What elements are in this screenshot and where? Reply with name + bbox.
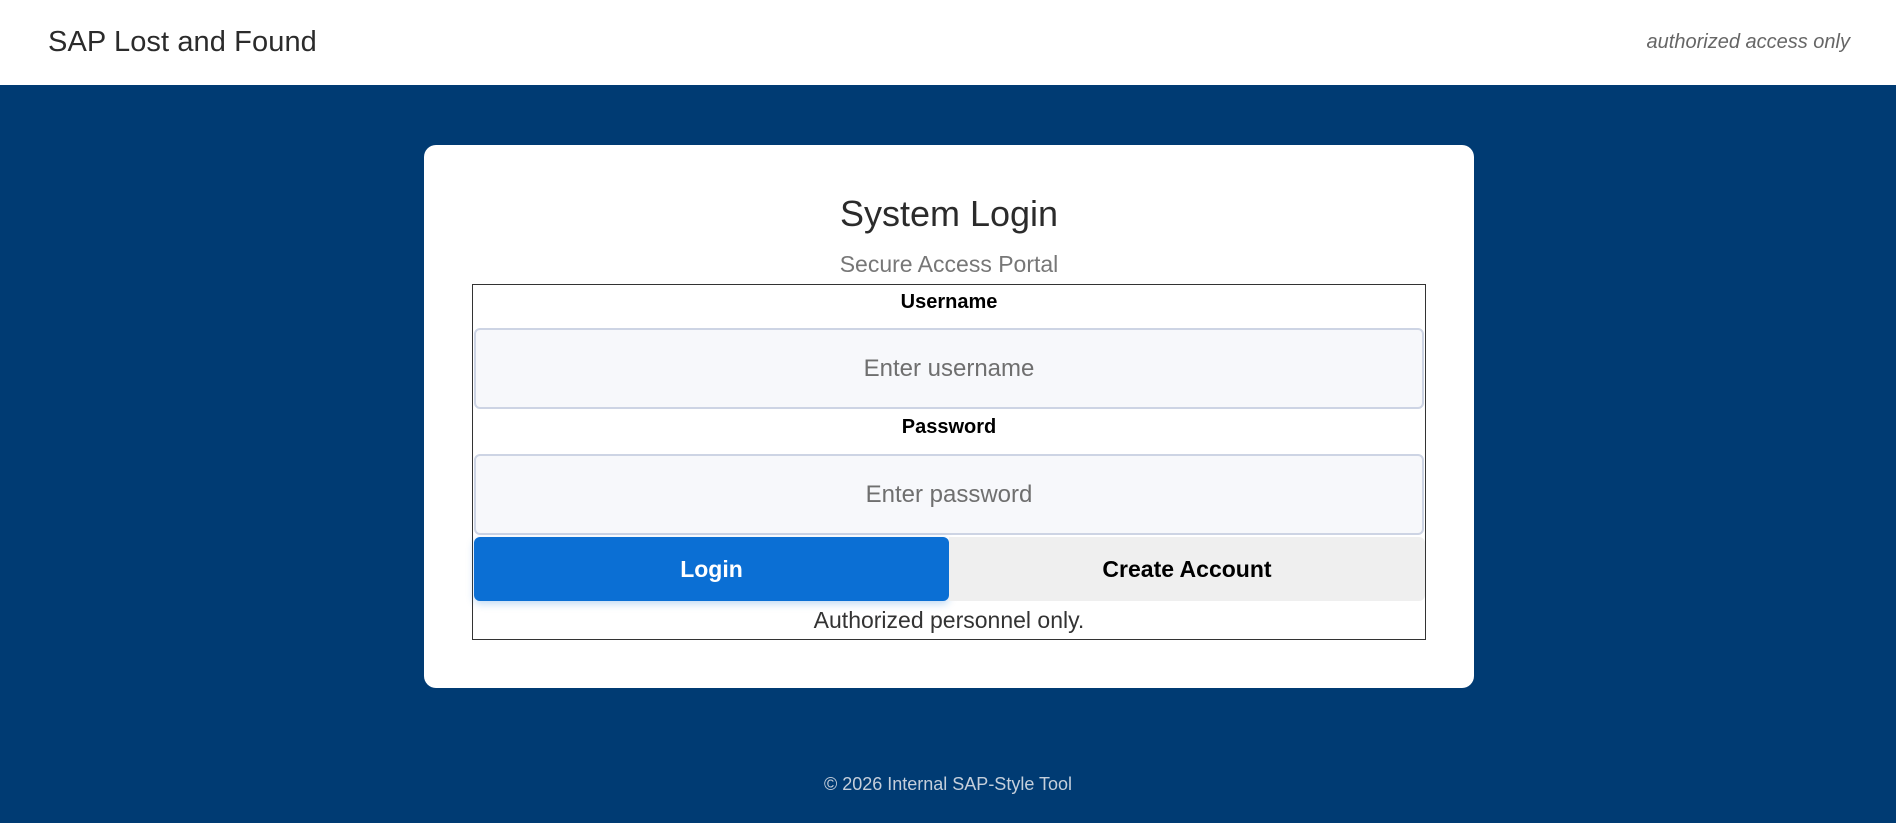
login-title: System Login: [839, 193, 1059, 234]
create-account-button[interactable]: Create Account: [949, 537, 1425, 601]
username-input[interactable]: [474, 328, 1424, 409]
login-form: Username Password Login Create Account A…: [472, 284, 1426, 640]
password-input[interactable]: [474, 454, 1424, 535]
username-label: Username: [900, 291, 998, 313]
top-bar: SAP Lost and Found authorized access onl…: [0, 0, 1896, 85]
authorized-note: Authorized personnel only.: [813, 607, 1085, 633]
login-card: System Login Secure Access Portal Userna…: [424, 145, 1474, 688]
login-subtitle: Secure Access Portal: [839, 251, 1059, 277]
access-note: authorized access only: [1646, 31, 1850, 53]
login-button[interactable]: Login: [474, 537, 949, 601]
app-title: SAP Lost and Found: [48, 26, 317, 58]
footer-copyright: © 2026 Internal SAP-Style Tool: [823, 774, 1073, 794]
password-label: Password: [901, 416, 997, 438]
